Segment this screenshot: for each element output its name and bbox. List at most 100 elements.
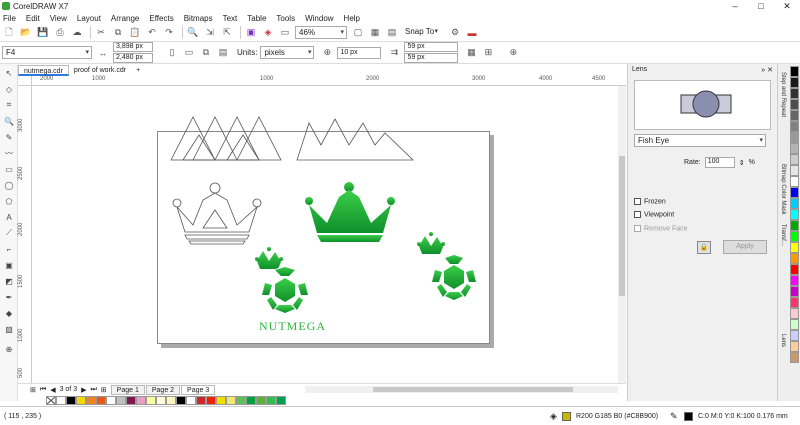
menu-window[interactable]: Window: [305, 14, 333, 23]
save-icon[interactable]: 💾: [36, 26, 50, 40]
menu-view[interactable]: View: [50, 14, 67, 23]
eyedropper-icon[interactable]: ✒: [2, 290, 16, 304]
color-swatch[interactable]: [106, 396, 116, 405]
tab-transform[interactable]: Transf...: [780, 224, 786, 246]
color-swatch[interactable]: [790, 275, 799, 286]
full-screen-icon[interactable]: ▭: [278, 26, 292, 40]
color-swatch[interactable]: [196, 396, 206, 405]
full-screen-preview-icon[interactable]: ▢: [351, 26, 365, 40]
no-color-swatch[interactable]: [46, 396, 56, 405]
app-launcher-icon[interactable]: ▣: [244, 26, 258, 40]
page-size-select[interactable]: F4 ▾: [2, 46, 92, 59]
color-swatch[interactable]: [790, 132, 799, 143]
menu-help[interactable]: Help: [344, 14, 360, 23]
new-tab-icon[interactable]: +: [131, 65, 145, 76]
color-swatch[interactable]: [76, 396, 86, 405]
zoom-tool-icon[interactable]: 🔍: [2, 114, 16, 128]
color-swatch[interactable]: [790, 286, 799, 297]
tab-lens[interactable]: Lens: [780, 334, 786, 347]
vertical-scrollbar[interactable]: [618, 86, 626, 383]
color-swatch[interactable]: [256, 396, 266, 405]
color-swatch[interactable]: [790, 99, 799, 110]
outline-color-swatch[interactable]: [684, 412, 693, 421]
transparency-icon[interactable]: ◩: [2, 274, 16, 288]
color-swatch[interactable]: [236, 396, 246, 405]
add-icon[interactable]: ⊕: [506, 46, 520, 60]
color-swatch[interactable]: [790, 176, 799, 187]
add-tool-icon[interactable]: ⊕: [2, 342, 16, 356]
menu-edit[interactable]: Edit: [26, 14, 40, 23]
color-swatch[interactable]: [790, 121, 799, 132]
horizontal-ruler[interactable]: 2000 1000 1000 2000 3000 4000 4500: [32, 76, 626, 86]
print-icon[interactable]: ⎙: [53, 26, 67, 40]
portrait-icon[interactable]: ▯: [165, 46, 179, 60]
paste-icon[interactable]: 📋: [128, 26, 142, 40]
color-swatch[interactable]: [136, 396, 146, 405]
color-swatch[interactable]: [86, 396, 96, 405]
units-select[interactable]: pixels ▾: [260, 46, 315, 59]
current-page-icon[interactable]: ▤: [216, 46, 230, 60]
menu-layout[interactable]: Layout: [77, 14, 101, 23]
artwork-layer[interactable]: NUTMEGA: [157, 115, 497, 350]
maximize-button[interactable]: □: [748, 0, 774, 12]
menu-effects[interactable]: Effects: [149, 14, 173, 23]
menu-text[interactable]: Text: [223, 14, 238, 23]
text-tool-icon[interactable]: A: [2, 210, 16, 224]
color-swatch[interactable]: [266, 396, 276, 405]
color-swatch[interactable]: [56, 396, 66, 405]
all-pages-icon[interactable]: ⧉: [199, 46, 213, 60]
color-swatch[interactable]: [790, 308, 799, 319]
rectangle-tool-icon[interactable]: ▭: [2, 162, 16, 176]
page-tab-2[interactable]: Page 2: [145, 384, 181, 395]
color-swatch[interactable]: [790, 110, 799, 121]
frozen-option[interactable]: Frozen: [634, 198, 777, 205]
add-page-end-icon[interactable]: ⊞: [101, 386, 107, 394]
menu-bitmaps[interactable]: Bitmaps: [184, 14, 213, 23]
duplicate-x-field[interactable]: 59 px: [404, 42, 459, 52]
lens-effect-select[interactable]: Fish Eye ▾: [634, 134, 766, 147]
last-page-icon[interactable]: ⏭: [90, 386, 96, 394]
scroll-thumb[interactable]: [619, 156, 625, 296]
shape-tool-icon[interactable]: ◇: [2, 82, 16, 96]
color-swatch[interactable]: [790, 242, 799, 253]
color-swatch[interactable]: [146, 396, 156, 405]
artistic-media-icon[interactable]: 〰: [2, 146, 16, 160]
color-swatch[interactable]: [790, 297, 799, 308]
polygon-tool-icon[interactable]: ⬠: [2, 194, 16, 208]
interactive-fill-icon[interactable]: ◆: [2, 306, 16, 320]
zoom-levels-select[interactable]: 46% ▾: [295, 26, 347, 39]
launch-icon[interactable]: ▬: [465, 26, 479, 40]
color-swatch[interactable]: [790, 66, 799, 77]
cut-icon[interactable]: ✂: [94, 26, 108, 40]
color-swatch[interactable]: [116, 396, 126, 405]
color-swatch[interactable]: [790, 77, 799, 88]
tab-proof-of-work[interactable]: proof of work.cdr: [69, 65, 131, 76]
vertical-ruler[interactable]: 3000 2500 2000 1500 1000 500: [18, 86, 32, 383]
frozen-checkbox[interactable]: [634, 198, 641, 205]
color-swatch[interactable]: [790, 198, 799, 209]
page-height-field[interactable]: 2,480 px: [113, 53, 153, 63]
page-tab-3[interactable]: Page 3: [181, 384, 216, 395]
color-swatch[interactable]: [790, 209, 799, 220]
undo-icon[interactable]: ↶: [145, 26, 159, 40]
color-swatch[interactable]: [790, 319, 799, 330]
show-grid-icon[interactable]: ▤: [385, 26, 399, 40]
ellipse-tool-icon[interactable]: ◯: [2, 178, 16, 192]
color-swatch[interactable]: [126, 396, 136, 405]
drop-shadow-icon[interactable]: ▣: [2, 258, 16, 272]
apply-button[interactable]: Apply: [723, 240, 767, 255]
color-swatch[interactable]: [790, 231, 799, 242]
duplicate-y-field[interactable]: 59 px: [404, 53, 459, 63]
color-swatch[interactable]: [226, 396, 236, 405]
color-swatch[interactable]: [186, 396, 196, 405]
color-swatch[interactable]: [790, 187, 799, 198]
color-swatch[interactable]: [96, 396, 106, 405]
color-swatch[interactable]: [790, 143, 799, 154]
previous-page-icon[interactable]: ◀: [50, 386, 55, 394]
connector-tool-icon[interactable]: ⌐: [2, 242, 16, 256]
copy-icon[interactable]: ⧉: [111, 26, 125, 40]
menu-arrange[interactable]: Arrange: [111, 14, 139, 23]
color-swatch[interactable]: [790, 352, 799, 363]
color-swatch[interactable]: [66, 396, 76, 405]
parallel-dimension-icon[interactable]: ⟋: [2, 226, 16, 240]
